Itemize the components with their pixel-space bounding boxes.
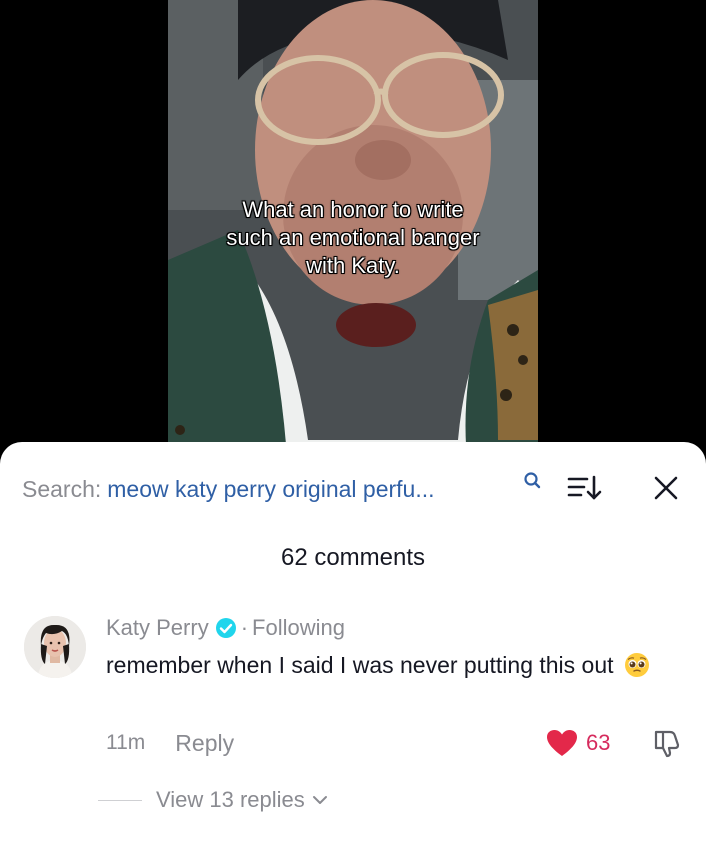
screen: What an honor to write such an emotional… [0,0,706,842]
search-icon[interactable] [522,470,542,494]
comment-body: remember when I said I was never putting… [106,648,666,682]
following-status: Following [252,615,345,640]
verified-badge-icon [215,618,236,638]
comment-count: 62 comments [280,544,426,571]
view-replies-label: View 13 replies [156,787,305,812]
search-query-link[interactable]: meow katy perry original perfu... [107,476,434,503]
sort-icon[interactable] [566,473,602,503]
view-replies-button[interactable]: View 13 replies [98,786,328,814]
close-icon[interactable] [652,474,680,502]
comment-meta: 11m Reply [106,729,234,757]
author-separator: · [240,615,249,640]
like-button[interactable]: 63 [546,728,610,758]
avatar[interactable] [24,616,86,678]
comment-timestamp: 11m [106,731,146,754]
like-count: 63 [586,730,611,755]
comments-sheet: Search: meow katy perry original perfu..… [0,442,706,842]
comment-author-name[interactable]: Katy Perry [106,615,209,641]
pleading-face-emoji [624,653,649,677]
reply-button[interactable]: Reply [175,730,234,757]
video-player[interactable]: What an honor to write such an emotional… [168,0,538,470]
heart-icon [547,730,577,756]
chevron-down-icon [312,796,327,804]
video-caption: What an honor to write such an emotional… [226,197,480,278]
comment-text: remember when I said I was never putting… [106,652,614,678]
search-prefix: Search: [22,475,102,502]
dislike-icon[interactable] [652,728,682,758]
search-suggestion[interactable]: Search: meow katy perry original perfu..… [22,472,435,506]
replies-divider [98,799,142,801]
comment-author-row: Katy Perry · Following [106,614,345,642]
avatar-image [24,616,86,678]
